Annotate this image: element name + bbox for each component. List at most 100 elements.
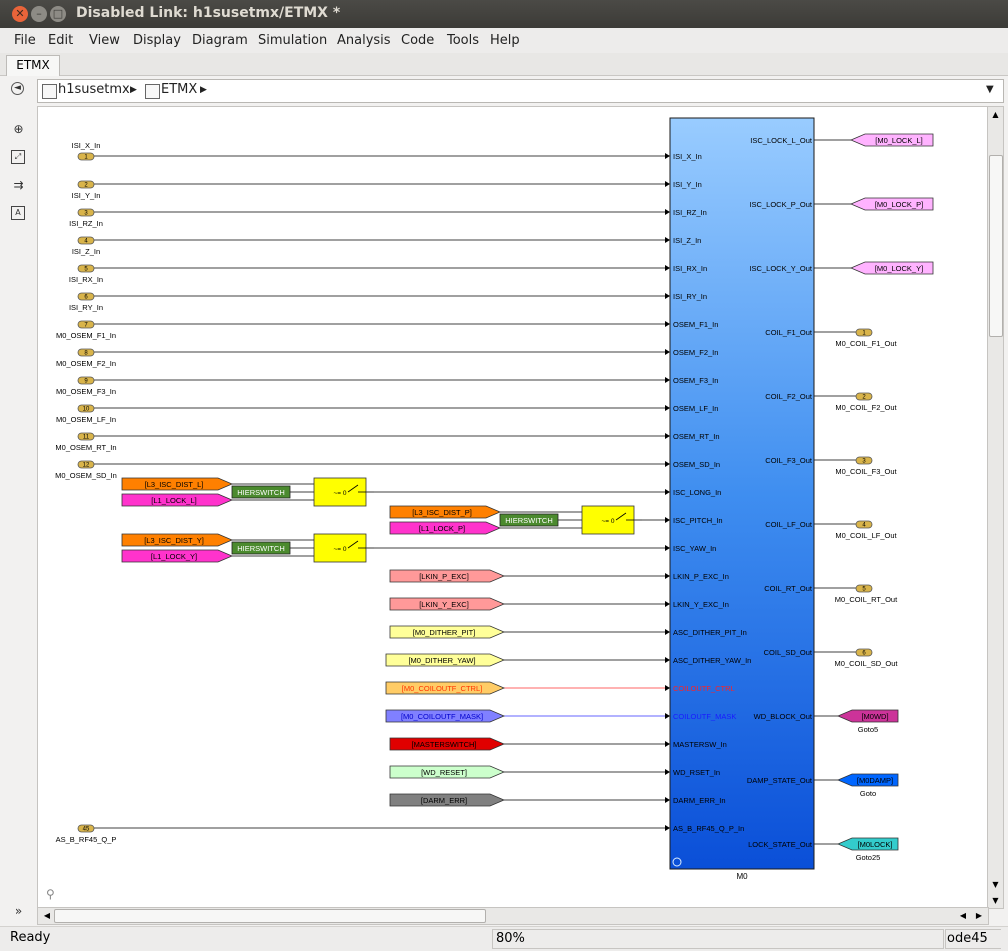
from-tag-label: [L1_LOCK_L] bbox=[151, 496, 196, 505]
menu-bar: File Edit View Display Diagram Simulation Anal… bbox=[0, 28, 1008, 54]
inport-label: ISI_RY_In bbox=[69, 303, 103, 312]
block-input-label: DARM_ERR_In bbox=[673, 796, 726, 805]
breadcrumb-item-model[interactable]: h1susetmx bbox=[58, 82, 130, 97]
from-tag-label: [L3_ISC_DIST_Y] bbox=[144, 536, 204, 545]
inport-label: M0_OSEM_RT_In bbox=[55, 443, 116, 452]
close-icon[interactable]: ✕ bbox=[12, 6, 28, 22]
scroll-down-arrow[interactable]: ▼ bbox=[988, 877, 1003, 892]
arrowhead bbox=[665, 713, 670, 719]
vertical-scrollbar[interactable]: ▲ ▼ ▼ bbox=[987, 106, 1004, 909]
block-input-label: LKIN_P_EXC_In bbox=[673, 572, 729, 581]
block-input-label: ISC_YAW_In bbox=[673, 544, 716, 553]
arrowhead bbox=[665, 153, 670, 159]
outport-label: M0_COIL_F2_Out bbox=[835, 403, 897, 412]
from-tag-label: [L3_ISC_DIST_L] bbox=[145, 480, 204, 489]
inport-label: M0_OSEM_F2_In bbox=[56, 359, 116, 368]
outport-label: M0_COIL_F1_Out bbox=[835, 339, 897, 348]
from-tag-label: [DARM_ERR] bbox=[421, 796, 467, 805]
scroll-up-arrow[interactable]: ▲ bbox=[988, 107, 1003, 122]
from-tag-label: [M0_COILOUTF_CTRL] bbox=[402, 684, 482, 693]
block-output-label: COIL_F3_Out bbox=[765, 456, 813, 465]
inport-number: 45 bbox=[83, 827, 90, 833]
block-input-label: MASTERSW_In bbox=[673, 740, 727, 749]
arrowhead bbox=[665, 237, 670, 243]
zoom-in-icon[interactable]: ⊕ bbox=[11, 122, 26, 137]
menu-display[interactable]: Display bbox=[133, 33, 181, 48]
from-tag-label: [L3_ISC_DIST_P] bbox=[412, 508, 472, 517]
block-input-label: ASC_DITHER_YAW_In bbox=[673, 656, 751, 665]
from-tag-label: [WD_RESET] bbox=[421, 768, 467, 777]
switch-threshold: ~= 0 bbox=[601, 518, 614, 525]
arrowhead bbox=[665, 629, 670, 635]
goto-tag-label: [M0_LOCK_Y] bbox=[875, 264, 923, 273]
goto-block-name: Goto5 bbox=[858, 725, 878, 734]
arrowhead bbox=[665, 657, 670, 663]
arrowhead bbox=[665, 601, 670, 607]
window-title: Disabled Link: h1susetmx/ETMX * bbox=[76, 5, 341, 21]
scroll-thumb[interactable] bbox=[989, 155, 1003, 337]
status-bar: Ready 80% ode45 bbox=[0, 926, 1008, 951]
menu-view[interactable]: View bbox=[89, 33, 120, 48]
menu-edit[interactable]: Edit bbox=[48, 33, 73, 48]
signal-flow-icon[interactable]: ⇉ bbox=[11, 178, 26, 193]
inport-label: ISI_Y_In bbox=[72, 191, 101, 200]
menu-analysis[interactable]: Analysis bbox=[337, 33, 391, 48]
arrowhead bbox=[665, 769, 670, 775]
breadcrumb-item-etmx[interactable]: ETMX bbox=[161, 82, 197, 97]
inport-label: M0_OSEM_F3_In bbox=[56, 387, 116, 396]
goto-block-name: Goto25 bbox=[856, 853, 881, 862]
menu-code[interactable]: Code bbox=[401, 33, 434, 48]
address-bar: ◄ h1susetmx ▶ ETMX ▶ ▼ bbox=[0, 76, 1008, 104]
tab-etmx[interactable]: ETMX bbox=[6, 55, 60, 76]
menu-help[interactable]: Help bbox=[490, 33, 520, 48]
model-icon bbox=[42, 84, 57, 99]
menu-file[interactable]: File bbox=[14, 33, 36, 48]
horizontal-scrollbar[interactable]: ◀ ◀ ▶ bbox=[37, 907, 989, 925]
inport-label: M0_OSEM_LF_In bbox=[56, 415, 116, 424]
scroll-thumb[interactable] bbox=[54, 909, 486, 923]
arrowhead bbox=[665, 825, 670, 831]
menu-simulation[interactable]: Simulation bbox=[258, 33, 327, 48]
goto-tag-label: [M0_LOCK_P] bbox=[875, 200, 923, 209]
menu-diagram[interactable]: Diagram bbox=[192, 33, 248, 48]
from-tag-label: [LKIN_P_EXC] bbox=[419, 572, 469, 581]
outport-label: M0_COIL_F3_Out bbox=[835, 467, 897, 476]
expand-panel-icon[interactable]: » bbox=[11, 904, 26, 919]
minimize-icon[interactable]: – bbox=[31, 6, 47, 22]
scroll-left-arrow[interactable]: ◀ bbox=[40, 908, 54, 924]
arrowhead bbox=[665, 209, 670, 215]
back-arrow-icon[interactable]: ◄ bbox=[11, 82, 24, 95]
goto-tag-label: [M0WD] bbox=[861, 712, 888, 721]
arrowhead bbox=[665, 405, 670, 411]
from-tag-label: [M0_DITHER_YAW] bbox=[408, 656, 475, 665]
block-input-label: OSEM_F1_In bbox=[673, 320, 718, 329]
hierswitch-label: HIERSWITCH bbox=[237, 544, 285, 553]
block-output-label: WD_BLOCK_Out bbox=[754, 712, 813, 721]
block-input-label: OSEM_SD_In bbox=[673, 460, 720, 469]
arrowhead bbox=[665, 685, 670, 691]
maximize-icon[interactable]: □ bbox=[50, 6, 66, 22]
menu-tools[interactable]: Tools bbox=[447, 33, 479, 48]
scroll-down-arrow-2[interactable]: ▼ bbox=[988, 893, 1003, 908]
scroll-right-arrow[interactable]: ▶ bbox=[972, 908, 986, 924]
chevron-down-icon[interactable]: ▼ bbox=[986, 84, 994, 95]
block-input-label: OSEM_F2_In bbox=[673, 348, 718, 357]
diagram-canvas[interactable]: M0 ISI_X_In ISI_Y_In ISI_RZ_In ISI_Z_In ISI_R… bbox=[37, 106, 989, 909]
solver-name: ode45 bbox=[947, 931, 988, 946]
arrowhead bbox=[665, 349, 670, 355]
fit-view-icon[interactable]: ⤢ bbox=[11, 150, 25, 164]
block-output-label: COIL_RT_Out bbox=[764, 584, 813, 593]
scroll-left-arrow-2[interactable]: ◀ bbox=[956, 908, 970, 924]
switch-threshold: ~= 0 bbox=[333, 490, 346, 497]
inport-label: M0_OSEM_SD_In bbox=[55, 471, 117, 480]
inport-label: ISI_X_In bbox=[72, 141, 101, 150]
chevron-right-icon: ▶ bbox=[130, 85, 137, 95]
from-tag-label: [L1_LOCK_P] bbox=[419, 524, 465, 533]
tab-bar: ETMX bbox=[0, 53, 1008, 76]
from-tag-label: [LKIN_Y_EXC] bbox=[419, 600, 469, 609]
annotation-icon[interactable]: A bbox=[11, 206, 25, 220]
solver-box: ode45 bbox=[945, 929, 1001, 949]
arrowhead bbox=[665, 797, 670, 803]
arrowhead bbox=[665, 489, 670, 495]
chevron-right-icon: ▶ bbox=[200, 85, 207, 95]
